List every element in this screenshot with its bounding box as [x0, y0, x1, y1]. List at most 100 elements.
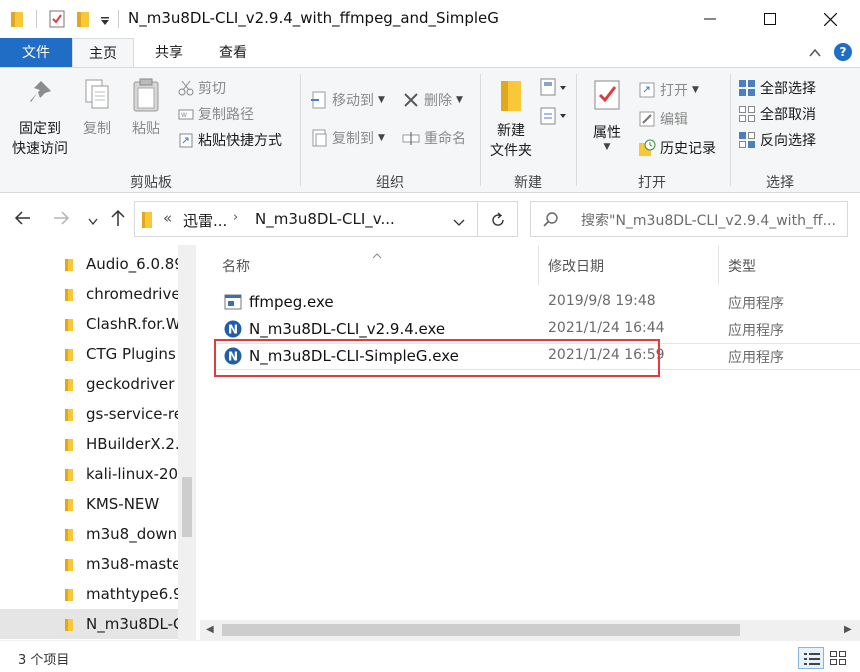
edit-icon	[639, 111, 655, 127]
folder-icon	[65, 289, 73, 301]
folder-icon[interactable]	[10, 10, 24, 28]
nav-item[interactable]: geckodriver	[0, 369, 178, 399]
close-button[interactable]	[800, 0, 860, 38]
copy-path-button[interactable]: W 复制路径	[178, 104, 254, 124]
select-none-button[interactable]: 全部取消	[738, 104, 816, 124]
delete-button[interactable]: 删除 ▼	[402, 90, 463, 110]
nav-item[interactable]: mathtype6.9	[0, 579, 178, 609]
breadcrumb-item[interactable]: 迅雷...	[183, 210, 227, 231]
nav-item[interactable]: ClashR.for.W	[0, 309, 178, 339]
copy-path-label: 复制路径	[198, 107, 254, 123]
column-header-date[interactable]: 修改日期	[548, 256, 604, 276]
column-header-name[interactable]: 名称	[222, 256, 250, 276]
horizontal-scrollbar[interactable]: ◀ ▶	[200, 620, 860, 640]
folder-icon	[65, 469, 73, 481]
column-header-type[interactable]: 类型	[728, 256, 756, 276]
nav-item[interactable]: gs-service-re	[0, 399, 178, 429]
customize-qa-dropdown-icon[interactable]	[100, 14, 110, 32]
invert-selection-button[interactable]: 反向选择	[738, 130, 816, 150]
copy-to-button[interactable]: 复制到 ▼	[310, 128, 385, 148]
tab-view[interactable]: 查看	[202, 38, 264, 68]
nav-item-label: mathtype6.9	[86, 585, 178, 603]
details-view-button[interactable]	[798, 647, 824, 669]
group-divider	[300, 74, 301, 186]
properties-icon[interactable]	[48, 10, 66, 28]
minimize-button[interactable]	[680, 0, 740, 38]
tab-home[interactable]: 主页	[72, 38, 134, 68]
nav-item[interactable]: Audio_6.0.89	[0, 249, 178, 279]
tab-file[interactable]: 文件	[0, 38, 72, 68]
move-to-button[interactable]: 移动到 ▼	[310, 90, 385, 110]
open-dropdown-icon: ▼	[692, 85, 699, 95]
pin-quick-access-button[interactable]: 固定到 快速访问	[8, 78, 72, 158]
up-button[interactable]	[110, 208, 126, 232]
refresh-button[interactable]	[478, 201, 518, 237]
file-row[interactable]: ffmpeg.exe 2019/9/8 19:48 应用程序	[200, 289, 860, 316]
nav-item[interactable]: N_m3u8DL-C	[0, 609, 178, 639]
collapse-ribbon-icon[interactable]	[808, 46, 822, 64]
cut-button[interactable]: 剪切	[178, 78, 226, 98]
paste-button[interactable]: 粘贴	[126, 78, 166, 138]
nav-item[interactable]: m3u8_down	[0, 519, 178, 549]
paste-shortcut-button[interactable]: 粘贴快捷方式	[178, 130, 282, 150]
scroll-right-icon[interactable]: ▶	[844, 624, 852, 635]
search-input[interactable]: 搜索"N_m3u8DL-CLI_v2.9.4_with_ff...	[530, 201, 848, 237]
folder-icon	[142, 212, 152, 228]
new-item-button[interactable]	[540, 78, 568, 102]
title-bar: N_m3u8DL-CLI_v2.9.4_with_ffmpeg_and_Simp…	[0, 0, 860, 38]
select-all-button[interactable]: 全部选择	[738, 78, 816, 98]
properties-button[interactable]: 属性 ▼	[584, 78, 630, 152]
large-icons-view-button[interactable]	[830, 651, 846, 669]
search-placeholder: 搜索"N_m3u8DL-CLI_v2.9.4_with_ff...	[581, 213, 836, 229]
tab-share[interactable]: 共享	[138, 38, 200, 68]
maximize-button[interactable]	[740, 0, 800, 38]
nav-item[interactable]: kali-linux-20	[0, 459, 178, 489]
easy-access-button[interactable]	[540, 106, 568, 130]
column-divider[interactable]	[538, 245, 539, 285]
forward-button[interactable]	[52, 210, 70, 230]
nav-item[interactable]: HBuilderX.2.	[0, 429, 178, 459]
rename-button[interactable]: 重命名	[402, 128, 466, 148]
column-divider[interactable]	[718, 245, 719, 285]
nav-item[interactable]: CTG Plugins	[0, 339, 178, 369]
breadcrumb-separator-icon[interactable]: ›	[233, 210, 238, 225]
copy-to-label: 复制到	[332, 131, 374, 147]
scissors-icon	[178, 80, 194, 96]
nav-item-label: Audio_6.0.89	[86, 255, 178, 273]
horizontal-scrollbar-thumb[interactable]	[222, 624, 740, 636]
breadcrumb-item[interactable]: N_m3u8DL-CLI_v...	[255, 210, 395, 228]
scroll-left-icon[interactable]: ◀	[206, 624, 214, 635]
address-bar[interactable]: « 迅雷... › N_m3u8DL-CLI_v...	[134, 201, 478, 237]
edit-label: 编辑	[660, 112, 688, 128]
properties-icon	[594, 80, 620, 110]
recent-locations-button[interactable]	[88, 214, 98, 230]
address-history-dropdown[interactable]	[453, 215, 465, 231]
open-button[interactable]: 打开 ▼	[638, 80, 699, 100]
new-folder-label-line1: 新建	[497, 123, 525, 139]
svg-text:W: W	[181, 112, 187, 119]
help-icon[interactable]: ?	[834, 43, 852, 61]
breadcrumb-overflow[interactable]: «	[163, 209, 172, 227]
properties-label: 属性	[593, 125, 621, 141]
back-button[interactable]	[14, 210, 32, 230]
nav-scrollbar[interactable]	[178, 245, 196, 640]
window-title: N_m3u8DL-CLI_v2.9.4_with_ffmpeg_and_Simp…	[128, 9, 499, 27]
nav-item[interactable]: chromedrive	[0, 279, 178, 309]
select-none-label: 全部取消	[760, 107, 816, 123]
new-folder-icon[interactable]	[76, 10, 90, 28]
highlight-annotation-box	[214, 339, 660, 377]
paste-icon	[133, 78, 159, 112]
history-button[interactable]: 历史记录	[638, 138, 716, 158]
nav-scrollbar-thumb[interactable]	[182, 477, 192, 537]
group-label-new: 新建	[514, 175, 542, 191]
edit-button[interactable]: 编辑	[638, 109, 688, 129]
nav-item[interactable]: KMS-NEW	[0, 489, 178, 519]
folder-icon	[65, 259, 73, 271]
group-divider	[576, 74, 577, 186]
file-date: 2021/1/24 16:44	[548, 320, 665, 336]
new-folder-button[interactable]: 新建 文件夹	[486, 78, 536, 160]
nav-item[interactable]: m3u8-maste	[0, 549, 178, 579]
open-icon	[639, 82, 655, 98]
new-folder-icon	[501, 81, 521, 111]
copy-button[interactable]: 复制	[78, 78, 116, 138]
